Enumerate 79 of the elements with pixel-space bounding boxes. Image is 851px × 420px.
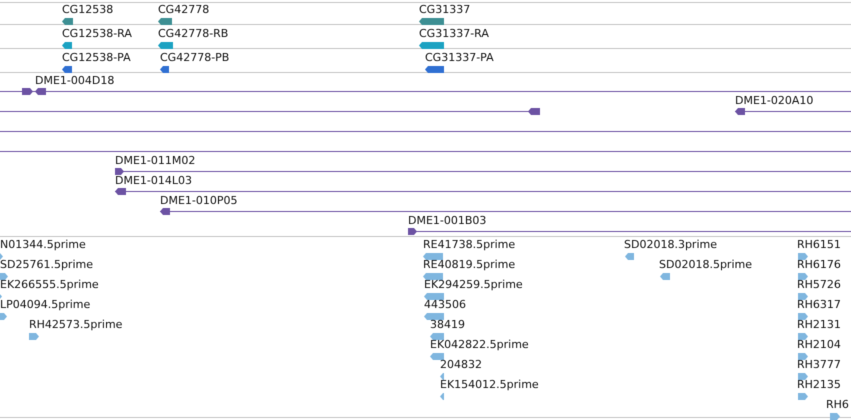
- feature-label[interactable]: RH5726: [797, 278, 841, 291]
- clone-glyph[interactable]: [115, 188, 126, 195]
- clone-glyph[interactable]: [160, 208, 170, 215]
- clone-glyph[interactable]: [735, 108, 745, 115]
- est-glyph[interactable]: [430, 353, 444, 360]
- feature-label[interactable]: RH42573.5prime: [29, 318, 122, 331]
- est-glyph[interactable]: [424, 293, 444, 300]
- feature-label[interactable]: EK042822.5prime: [430, 338, 529, 351]
- est-glyph[interactable]: [625, 253, 634, 260]
- feature-label[interactable]: CG12538-PA: [62, 51, 131, 64]
- gene-glyph[interactable]: [62, 18, 73, 25]
- feature-label[interactable]: CG31337: [419, 3, 470, 16]
- feature-label[interactable]: RE41738.5prime: [423, 238, 516, 251]
- feature-label[interactable]: RH2131: [797, 318, 841, 331]
- feature-label[interactable]: RH2104: [797, 338, 841, 351]
- feature-label[interactable]: SD02018.5prime: [659, 258, 752, 271]
- est-glyph[interactable]: [798, 273, 808, 280]
- feature-label[interactable]: CG42778: [158, 3, 210, 16]
- feature-label[interactable]: CG42778-RB: [158, 27, 228, 40]
- feature-label[interactable]: EK294259.5prime: [424, 278, 523, 291]
- feature-label[interactable]: RH6176: [797, 258, 841, 271]
- feature-label[interactable]: DME1-011M02: [115, 154, 196, 167]
- gene-glyph[interactable]: [419, 18, 444, 25]
- est-glyph[interactable]: [798, 353, 808, 360]
- est-glyph[interactable]: [0, 273, 8, 280]
- feature-label[interactable]: DME1-004D18: [35, 74, 114, 87]
- clone-glyph[interactable]: [408, 228, 417, 235]
- feature-label[interactable]: 443506: [424, 298, 466, 311]
- feature-label[interactable]: EK266555.5prime: [0, 278, 99, 291]
- est-glyph[interactable]: [423, 273, 443, 280]
- gene-glyph[interactable]: [158, 18, 172, 25]
- est-glyph[interactable]: [424, 313, 444, 320]
- feature-label[interactable]: CG31337-PA: [425, 51, 494, 64]
- feature-label[interactable]: 38419: [430, 318, 465, 331]
- feature-label[interactable]: CG31337-RA: [419, 27, 489, 40]
- est-glyph[interactable]: [798, 313, 808, 320]
- est-glyph[interactable]: [423, 253, 443, 260]
- clone-end-icon: [22, 88, 33, 95]
- feature-label[interactable]: EK154012.5prime: [440, 378, 539, 391]
- est-glyph[interactable]: [0, 313, 7, 320]
- protein-glyph[interactable]: [160, 66, 169, 73]
- feature-label[interactable]: CG12538-RA: [62, 27, 132, 40]
- feature-label[interactable]: CG42778-PB: [160, 51, 230, 64]
- feature-label[interactable]: RH6151: [797, 238, 841, 251]
- clone-glyph[interactable]: [35, 88, 46, 95]
- est-glyph[interactable]: [29, 333, 39, 340]
- feature-label[interactable]: RE40819.5prime: [423, 258, 516, 271]
- feature-label[interactable]: RH2135: [797, 378, 841, 391]
- est-glyph[interactable]: [0, 253, 3, 260]
- feature-label[interactable]: N01344.5prime: [0, 238, 86, 251]
- transcript-glyph[interactable]: [419, 42, 444, 49]
- feature-label[interactable]: DME1-014L03: [115, 174, 192, 187]
- transcript-glyph[interactable]: [158, 42, 173, 49]
- est-glyph[interactable]: [798, 333, 808, 340]
- est-glyph[interactable]: [798, 393, 808, 400]
- feature-label[interactable]: RH6317: [797, 298, 841, 311]
- transcript-glyph[interactable]: [62, 42, 72, 49]
- est-glyph[interactable]: [440, 393, 444, 400]
- feature-label[interactable]: 204832: [440, 358, 482, 371]
- feature-label[interactable]: RH3777: [797, 358, 841, 371]
- feature-label[interactable]: RH6: [826, 398, 849, 411]
- protein-glyph[interactable]: [62, 66, 72, 73]
- est-glyph[interactable]: [660, 273, 670, 280]
- feature-label[interactable]: DME1-001B03: [408, 214, 486, 227]
- est-glyph[interactable]: [430, 333, 444, 340]
- feature-label[interactable]: DME1-020A10: [735, 94, 814, 107]
- est-glyph[interactable]: [798, 373, 808, 380]
- feature-label[interactable]: CG12538: [62, 3, 114, 16]
- clone-glyph[interactable]: [115, 168, 124, 175]
- est-glyph[interactable]: [798, 253, 808, 260]
- feature-label[interactable]: LP04094.5prime: [0, 298, 90, 311]
- feature-label[interactable]: SD02018.3prime: [624, 238, 717, 251]
- est-glyph[interactable]: [798, 293, 808, 300]
- feature-label[interactable]: SD25761.5prime: [0, 258, 93, 271]
- est-glyph[interactable]: [830, 413, 840, 420]
- protein-glyph[interactable]: [425, 66, 444, 73]
- clone-end-icon: [528, 108, 540, 115]
- est-glyph[interactable]: [440, 373, 444, 380]
- feature-label[interactable]: DME1-010P05: [160, 194, 238, 207]
